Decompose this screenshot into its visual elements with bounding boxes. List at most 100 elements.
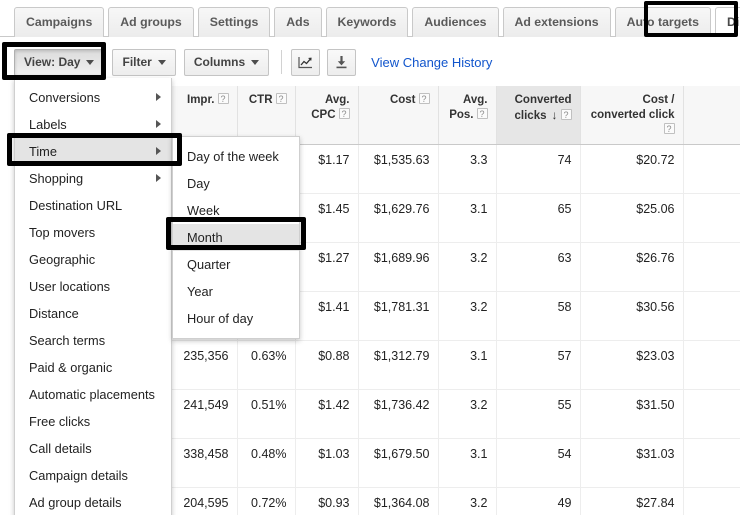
menu-item-label: Call details — [29, 441, 92, 456]
adwords-dimensions-screen: Campaigns Ad groups Settings Ads Keywords Aud… — [0, 0, 740, 515]
submenu-item-hour-of-day[interactable]: Hour of day — [173, 305, 299, 332]
column-header-avg-cpc[interactable]: Avg. CPC? — [295, 86, 359, 145]
menu-item-automatic-placements[interactable]: Automatic placements — [15, 381, 171, 408]
cell-cost: $1,629.76 — [358, 193, 439, 243]
tab-ads[interactable]: Ads — [274, 7, 322, 37]
view-day-label: View: Day — [24, 54, 81, 69]
cell-ctr: 0.63% — [237, 340, 296, 390]
menu-item-label: Shopping — [29, 171, 84, 186]
column-header-label: Impr. — [187, 94, 215, 106]
table-row: 338,458 0.48% $1.03 $1,679.50 3.1 54 $31.03 — [171, 438, 740, 488]
cell-cost: $1,689.96 — [358, 242, 439, 292]
column-header-avg-pos[interactable]: Avg. Pos.? — [438, 86, 497, 145]
cell-cost: $1,535.63 — [358, 144, 439, 194]
menu-item-label: Campaign details — [29, 468, 128, 483]
column-header-cost-converted-click[interactable]: Cost / converted click? — [580, 86, 684, 145]
menu-item-shopping[interactable]: Shopping — [15, 165, 171, 192]
line-chart-icon-button[interactable] — [291, 48, 321, 76]
menu-item-label: Top movers — [29, 225, 96, 240]
menu-item-labels[interactable]: Labels — [15, 111, 171, 138]
chevron-right-icon — [156, 120, 161, 128]
cell-avg-cpc: $1.17 — [295, 144, 359, 194]
menu-item-free-clicks[interactable]: Free clicks — [15, 408, 171, 435]
menu-item-geographic[interactable]: Geographic — [15, 246, 171, 273]
filter-dropdown-button[interactable]: Filter — [112, 48, 176, 76]
help-icon[interactable]: ? — [663, 123, 675, 134]
view-change-history-link[interactable]: View Change History — [371, 55, 492, 70]
tab-settings[interactable]: Settings — [197, 7, 271, 37]
cell-last — [683, 242, 740, 292]
cell-cost: $1,679.50 — [358, 438, 439, 488]
view-day-dropdown-button[interactable]: View: Day — [14, 48, 105, 76]
cell-converted-clicks: 65 — [496, 193, 581, 243]
menu-item-paid-organic[interactable]: Paid & organic — [15, 354, 171, 381]
menu-item-distance[interactable]: Distance — [15, 300, 171, 327]
columns-label: Columns — [193, 54, 246, 69]
line-chart-icon — [298, 56, 313, 68]
cell-avg-pos: 3.2 — [438, 389, 497, 439]
cell-converted-clicks: 57 — [496, 340, 581, 390]
menu-item-label: Automatic placements — [29, 387, 155, 402]
chevron-right-icon — [156, 93, 161, 101]
column-header-cost[interactable]: Cost? — [358, 86, 439, 145]
menu-item-conversions[interactable]: Conversions — [15, 84, 171, 111]
menu-item-label: Paid & organic — [29, 360, 113, 375]
help-icon[interactable]: ? — [418, 93, 430, 104]
cell-avg-cpc: $1.42 — [295, 389, 359, 439]
tab-ad-extensions[interactable]: Ad extensions — [502, 7, 611, 37]
menu-item-top-movers[interactable]: Top movers — [15, 219, 171, 246]
menu-item-label: Conversions — [29, 90, 101, 105]
cell-avg-cpc: $1.27 — [295, 242, 359, 292]
toolbar-divider — [281, 50, 283, 74]
submenu-item-day-of-the-week[interactable]: Day of the week — [173, 143, 299, 170]
tab-audiences[interactable]: Audiences — [412, 7, 499, 37]
cell-avg-cpc: $1.03 — [295, 438, 359, 488]
tab-auto-targets[interactable]: Auto targets — [614, 7, 711, 37]
menu-item-label: Search terms — [29, 333, 106, 348]
table-row: 204,595 0.72% $0.93 $1,364.08 3.2 49 $27.84 — [171, 487, 740, 515]
cell-impr: 338,458 — [171, 438, 238, 488]
submenu-item-day[interactable]: Day — [173, 170, 299, 197]
cell-last — [683, 438, 740, 488]
submenu-item-quarter[interactable]: Quarter — [173, 251, 299, 278]
submenu-item-week[interactable]: Week — [173, 197, 299, 224]
help-icon[interactable]: ? — [476, 108, 488, 119]
menu-item-label: User locations — [29, 279, 111, 294]
menu-item-time[interactable]: Time — [15, 138, 171, 165]
cell-last — [683, 291, 740, 341]
submenu-item-month[interactable]: Month — [173, 224, 299, 251]
column-header-con[interactable]: con — [683, 86, 740, 145]
menu-item-user-locations[interactable]: User locations — [15, 273, 171, 300]
cell-converted-clicks: 58 — [496, 291, 581, 341]
cell-last — [683, 487, 740, 515]
menu-item-search-terms[interactable]: Search terms — [15, 327, 171, 354]
view-dropdown-menu[interactable]: Conversions Labels Time Shopping Destination… — [14, 78, 172, 515]
column-header-converted-clicks[interactable]: Converted clicks ↓? — [496, 86, 581, 145]
tab-keywords[interactable]: Keywords — [325, 7, 409, 37]
download-icon-button[interactable] — [327, 48, 357, 76]
menu-item-label: Labels — [29, 117, 67, 132]
menu-item-ad-group-details[interactable]: Ad group details — [15, 489, 171, 515]
tab-dimensions[interactable]: Dimensions — [714, 7, 740, 37]
tab-campaigns[interactable]: Campaigns — [14, 7, 105, 37]
cell-cost: $1,781.31 — [358, 291, 439, 341]
menu-item-destination-url[interactable]: Destination URL — [15, 192, 171, 219]
help-icon[interactable]: ? — [560, 109, 572, 120]
help-icon[interactable]: ? — [275, 93, 287, 104]
menu-item-label: Ad group details — [29, 495, 122, 510]
columns-dropdown-button[interactable]: Columns — [183, 48, 270, 76]
cell-last — [683, 193, 740, 243]
help-icon[interactable]: ? — [338, 108, 350, 119]
help-icon[interactable]: ? — [217, 93, 229, 104]
menu-item-call-details[interactable]: Call details — [15, 435, 171, 462]
menu-item-label: Time — [29, 144, 57, 159]
cell-impr: 241,549 — [171, 389, 238, 439]
cell-cost-per-conv: $31.50 — [580, 389, 684, 439]
tab-ad-groups[interactable]: Ad groups — [108, 7, 194, 37]
cell-avg-pos: 3.1 — [438, 340, 497, 390]
cell-avg-pos: 3.3 — [438, 144, 497, 194]
menu-item-campaign-details[interactable]: Campaign details — [15, 462, 171, 489]
time-submenu[interactable]: Day of the week Day Week Month Quarter Year Ho… — [172, 136, 300, 339]
cell-ctr: 0.51% — [237, 389, 296, 439]
submenu-item-year[interactable]: Year — [173, 278, 299, 305]
